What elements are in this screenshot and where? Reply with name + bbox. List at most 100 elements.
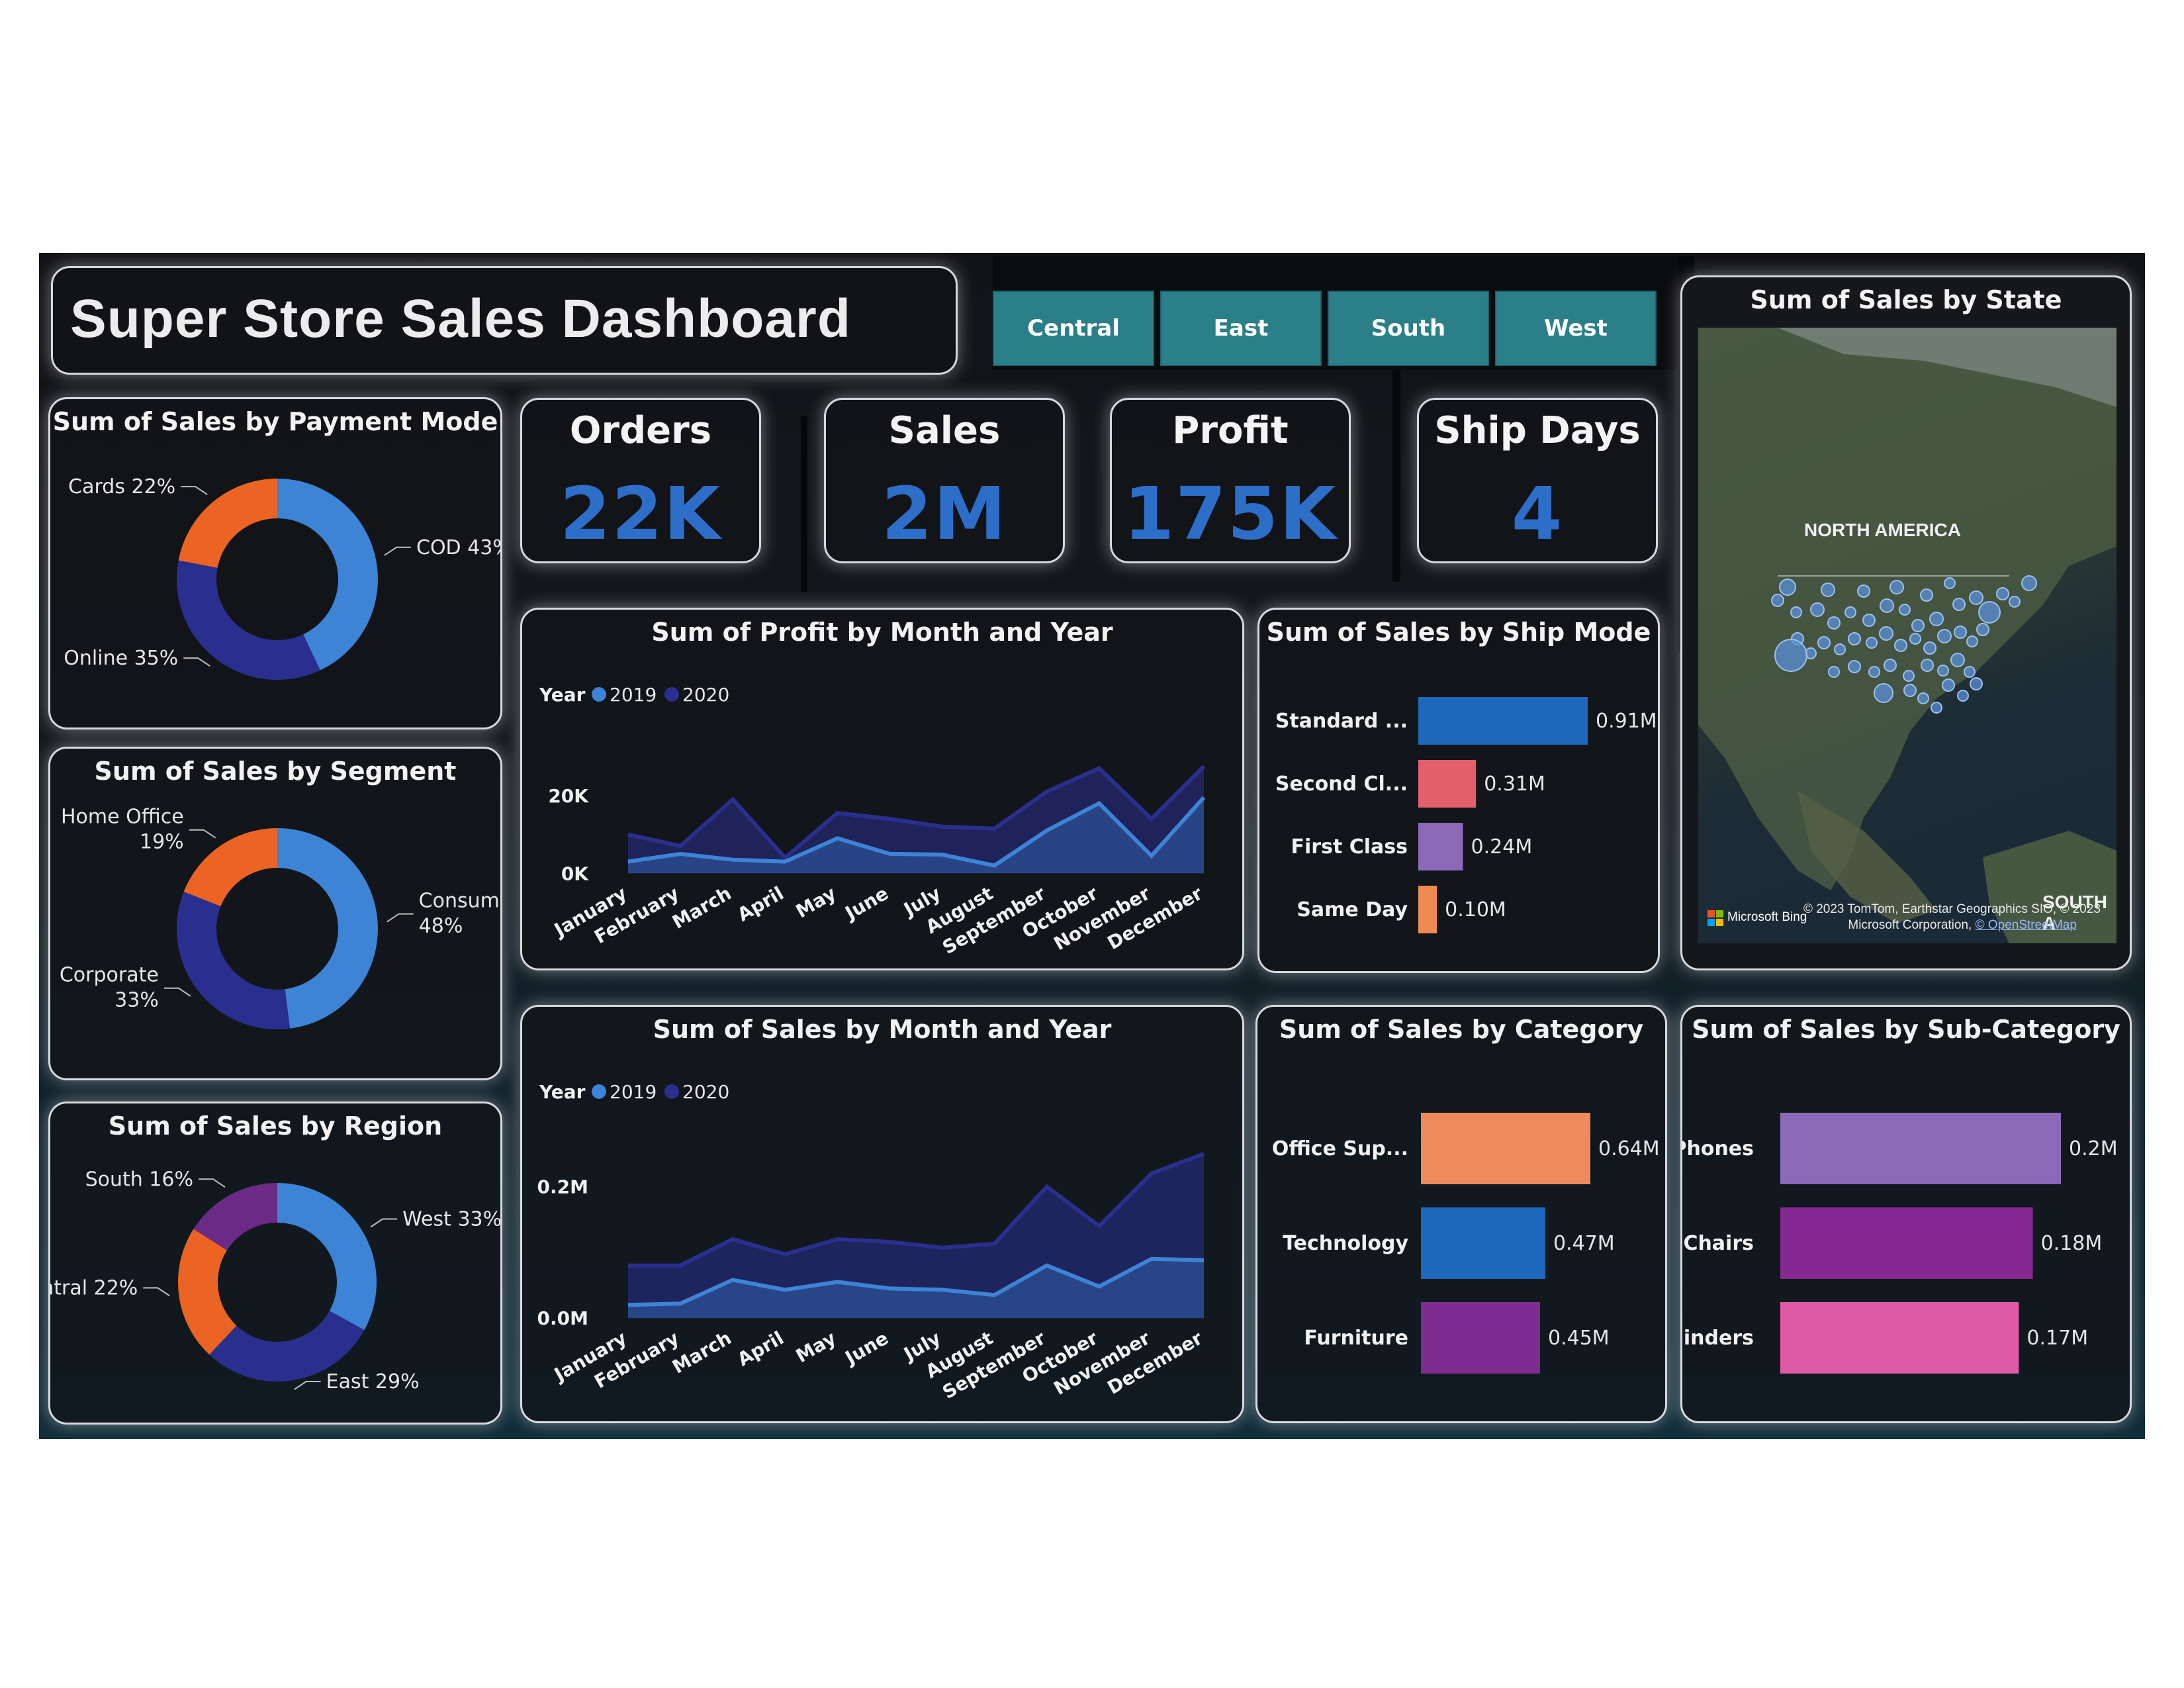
bar-3[interactable] — [1418, 886, 1437, 933]
state-bubble[interactable] — [1779, 579, 1796, 596]
state-bubble[interactable] — [1899, 604, 1911, 616]
category-chart: Office Sup... 0.64M Technology 0.47M Furnitu… — [1272, 1113, 1660, 1374]
payment-mode-chart: COD 43% Online 35% Cards 22% — [64, 475, 500, 680]
state-bubble[interactable] — [1894, 639, 1907, 652]
profit-month-chart: Year 2019 20200K20KJanuaryFebruaryMarchApr… — [539, 684, 1206, 959]
legend-label[interactable]: 2019 — [610, 1081, 657, 1103]
donut-slice-corporate[interactable] — [177, 892, 291, 1029]
state-bubble[interactable] — [1996, 587, 2009, 600]
kpi-ship-days-value: 4 — [1511, 471, 1564, 556]
state-bubble[interactable] — [2009, 596, 2021, 608]
state-bubble[interactable] — [1771, 594, 1784, 607]
state-bubble[interactable] — [1952, 598, 1966, 611]
state-bubble[interactable] — [1917, 692, 1929, 704]
subcategory-panel: Sum of Sales by Sub-Category Phones 0.2M C… — [1680, 1005, 2132, 1423]
state-bubble[interactable] — [1920, 588, 1933, 602]
state-bubble[interactable] — [1866, 637, 1878, 649]
state-bubble[interactable] — [1923, 641, 1936, 655]
state-bubble[interactable] — [1931, 702, 1942, 714]
state-bubble[interactable] — [1848, 632, 1861, 645]
state-bubble[interactable] — [1969, 590, 1983, 605]
region-title: Sum of Sales by Region — [108, 1111, 443, 1141]
legend-marker[interactable] — [664, 687, 679, 702]
state-bubble[interactable] — [1879, 626, 1893, 641]
state-bubble[interactable] — [1862, 614, 1876, 627]
state-bubble[interactable] — [1848, 660, 1861, 673]
region-button-central[interactable]: Central — [993, 291, 1154, 366]
state-map[interactable]: NORTH AMERICA SOUTH A Microsoft Bing © 2… — [1698, 328, 2116, 943]
state-bubble[interactable] — [1903, 670, 1915, 682]
state-bubble[interactable] — [1978, 601, 2001, 624]
state-bubble[interactable] — [1929, 612, 1944, 626]
state-bubble[interactable] — [1911, 619, 1925, 632]
state-bubble[interactable] — [1827, 616, 1841, 630]
bar-1[interactable] — [1421, 1207, 1545, 1279]
state-bubble[interactable] — [1950, 653, 1965, 667]
x-tick-label: March — [668, 1327, 735, 1378]
state-bubble[interactable] — [1828, 666, 1840, 678]
donut-label: West 33% — [402, 1208, 500, 1231]
state-bubble[interactable] — [1942, 679, 1955, 692]
bar-value-label: 0.47M — [1553, 1232, 1615, 1255]
donut-slice-online[interactable] — [177, 560, 320, 680]
state-bubble[interactable] — [1834, 643, 1846, 655]
state-bubble[interactable] — [1817, 636, 1831, 649]
state-bubble[interactable] — [1957, 690, 1969, 702]
legend-marker[interactable] — [664, 1084, 679, 1099]
openstreetmap-link[interactable]: © OpenStreetMap — [1976, 918, 2077, 932]
state-bubble[interactable] — [1976, 623, 1989, 636]
legend-marker[interactable] — [592, 1084, 606, 1099]
bar-value-label: 0.64M — [1598, 1137, 1660, 1160]
legend-label[interactable]: 2020 — [682, 684, 729, 706]
state-bubble[interactable] — [1874, 683, 1893, 703]
state-bubble[interactable] — [1774, 639, 1807, 672]
state-bubble[interactable] — [1944, 577, 1956, 589]
legend-marker[interactable] — [592, 687, 606, 702]
leader-line — [181, 486, 208, 495]
bar-2[interactable] — [1418, 823, 1463, 870]
state-bubble[interactable] — [1857, 585, 1870, 598]
bar-0[interactable] — [1418, 697, 1588, 745]
donut-slice-west[interactable] — [277, 1183, 377, 1331]
state-bubble[interactable] — [1889, 580, 1904, 594]
x-tick-label: June — [841, 1327, 892, 1370]
bing-logo — [1707, 910, 1723, 926]
state-bubble[interactable] — [1903, 684, 1917, 697]
state-bubble[interactable] — [1868, 666, 1880, 678]
region-button-east[interactable]: East — [1160, 291, 1322, 366]
region-panel: Sum of Sales by Region West 33% East 29% C… — [48, 1102, 502, 1425]
state-bubble[interactable] — [1921, 659, 1934, 672]
bar-2[interactable] — [1780, 1302, 2019, 1374]
bar-2[interactable] — [1421, 1302, 1540, 1374]
state-bubble[interactable] — [1821, 583, 1835, 597]
state-bubble[interactable] — [1966, 635, 1978, 647]
bar-1[interactable] — [1780, 1207, 2033, 1279]
state-bubble[interactable] — [1970, 677, 1983, 690]
state-bubble[interactable] — [1844, 606, 1856, 618]
region-button-west[interactable]: West — [1495, 291, 1657, 366]
state-bubble[interactable] — [1790, 606, 1802, 618]
bar-value-label: 0.31M — [1484, 773, 1545, 796]
bar-value-label: 0.91M — [1596, 710, 1657, 733]
legend-label[interactable]: 2019 — [610, 684, 657, 706]
bar-0[interactable] — [1421, 1113, 1590, 1184]
state-bubble[interactable] — [1937, 629, 1952, 643]
state-bubble[interactable] — [1880, 598, 1894, 613]
bar-category-label: Same Day — [1297, 898, 1408, 921]
region-button-south[interactable]: South — [1328, 291, 1489, 366]
state-bubble[interactable] — [1937, 665, 1949, 677]
label-north-america: NORTH AMERICA — [1804, 520, 1961, 540]
legend-label[interactable]: 2020 — [682, 1081, 729, 1103]
state-bubble[interactable] — [1909, 633, 1921, 645]
donut-slice-cards[interactable] — [178, 479, 277, 568]
state-bubble[interactable] — [1810, 602, 1825, 617]
state-bubble[interactable] — [1964, 666, 1976, 678]
bar-0[interactable] — [1780, 1113, 2061, 1184]
state-bubble[interactable] — [1884, 659, 1897, 672]
state-bubble[interactable] — [1954, 626, 1967, 639]
bar-1[interactable] — [1418, 760, 1477, 808]
donut-slice-consumer[interactable] — [277, 828, 378, 1029]
donut-slice-home-office[interactable] — [183, 828, 277, 907]
state-bubble[interactable] — [2021, 575, 2037, 591]
bar-value-label: 0.2M — [2069, 1137, 2118, 1160]
